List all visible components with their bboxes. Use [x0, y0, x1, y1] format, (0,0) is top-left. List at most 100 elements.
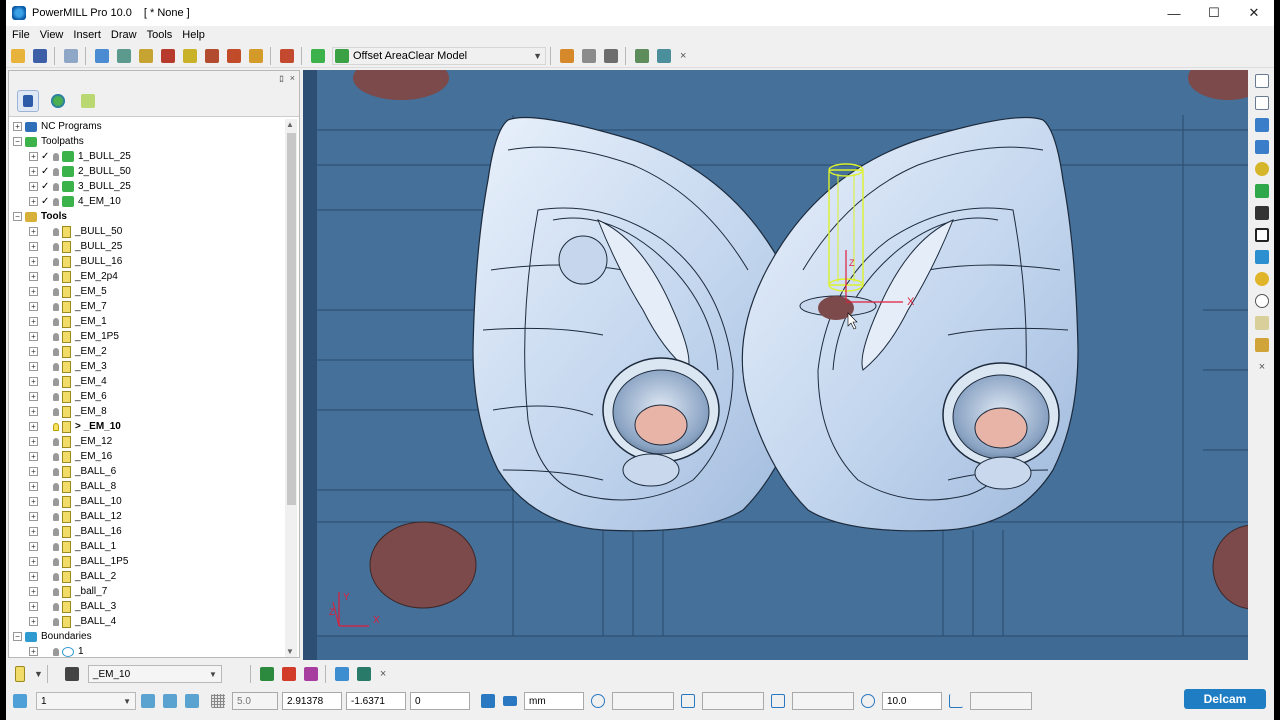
- lightbulb-icon[interactable]: [53, 452, 59, 461]
- tree-item-row[interactable]: + _BALL_6: [9, 464, 287, 479]
- lightbulb-icon[interactable]: [53, 497, 59, 506]
- lightbulb-icon[interactable]: [53, 182, 59, 191]
- rapid-button[interactable]: [678, 691, 698, 711]
- close-button[interactable]: ✕: [1234, 0, 1274, 26]
- tree-item-row[interactable]: + _EM_3: [9, 359, 287, 374]
- ruler-button[interactable]: [601, 46, 621, 66]
- angle-button[interactable]: [946, 691, 966, 711]
- active-tool-select[interactable]: _EM_10 ▼: [87, 665, 222, 683]
- minimize-button[interactable]: —: [1154, 0, 1194, 26]
- tool-pick-button[interactable]: [279, 664, 299, 684]
- expand-toggle-icon[interactable]: +: [29, 377, 38, 386]
- grid-spacing-field[interactable]: 5.0: [232, 692, 278, 710]
- tree-item-row[interactable]: + _BALL_3: [9, 599, 287, 614]
- tree-item-row[interactable]: + ✓ 1_BULL_25: [9, 149, 287, 164]
- rapid-field[interactable]: [702, 692, 764, 710]
- expand-toggle-icon[interactable]: +: [29, 482, 38, 491]
- lightbulb-icon[interactable]: [53, 377, 59, 386]
- tool-pencil-button[interactable]: [332, 664, 352, 684]
- tree-item-row[interactable]: + _EM_16: [9, 449, 287, 464]
- toolpath-connections-button[interactable]: [224, 46, 244, 66]
- tree-item-row[interactable]: + _EM_1P5: [9, 329, 287, 344]
- menu-insert[interactable]: Insert: [73, 29, 101, 41]
- lightbulb-icon[interactable]: [53, 347, 59, 356]
- ruler-button-2[interactable]: [500, 691, 520, 711]
- workplane-c-button[interactable]: [182, 691, 202, 711]
- tree-item-row[interactable]: + _EM_2p4: [9, 269, 287, 284]
- menu-help[interactable]: Help: [182, 29, 205, 41]
- lightbulb-icon[interactable]: [53, 197, 59, 206]
- tool-length-field[interactable]: [792, 692, 854, 710]
- snap-button[interactable]: [588, 691, 608, 711]
- toolbar-close-icon[interactable]: ×: [680, 50, 686, 62]
- tool-holder-button[interactable]: [246, 46, 266, 66]
- lightbulb-icon[interactable]: [53, 512, 59, 521]
- view-cube-button[interactable]: [1253, 138, 1271, 156]
- visibility-check-icon[interactable]: ✓: [41, 196, 51, 207]
- tool-toolbar-close-icon[interactable]: ×: [380, 668, 386, 680]
- strategy-select[interactable]: Offset AreaClear Model ▼: [332, 46, 546, 65]
- pin-icon[interactable]: ﾛ: [279, 72, 284, 85]
- lightbulb-icon[interactable]: [53, 482, 59, 491]
- tree-item-row[interactable]: + _BALL_2: [9, 569, 287, 584]
- workplane-a-button[interactable]: [138, 691, 158, 711]
- calculator-button[interactable]: [579, 46, 599, 66]
- tree-folder-row[interactable]: − Boundaries: [9, 629, 287, 644]
- view-toolbar-close[interactable]: ×: [1253, 358, 1271, 376]
- lightbulb-icon[interactable]: [53, 617, 59, 626]
- leads-links-button[interactable]: [158, 46, 178, 66]
- explorer-close-icon[interactable]: ×: [290, 73, 295, 83]
- start-point-button[interactable]: [180, 46, 200, 66]
- zoom-fit-button[interactable]: [1253, 204, 1271, 222]
- expand-toggle-icon[interactable]: +: [29, 272, 38, 281]
- expand-toggle-icon[interactable]: +: [29, 647, 38, 656]
- tree-item-row[interactable]: + _EM_2: [9, 344, 287, 359]
- lightbulb-icon[interactable]: [53, 422, 59, 431]
- lightbulb-icon[interactable]: [53, 242, 59, 251]
- simulate-button[interactable]: [557, 46, 577, 66]
- expand-toggle-icon[interactable]: +: [29, 512, 38, 521]
- expand-toggle-icon[interactable]: +: [29, 557, 38, 566]
- lightbulb-icon[interactable]: [53, 302, 59, 311]
- tree-item-row[interactable]: + _BALL_10: [9, 494, 287, 509]
- menu-view[interactable]: View: [40, 29, 64, 41]
- tree-item-row[interactable]: + _BALL_16: [9, 524, 287, 539]
- lightbulb-icon[interactable]: [53, 527, 59, 536]
- chevron-down-icon[interactable]: ▼: [34, 669, 43, 679]
- wireframe-button[interactable]: [1253, 292, 1271, 310]
- expand-toggle-icon[interactable]: +: [29, 347, 38, 356]
- toolpath-list-button[interactable]: [632, 46, 652, 66]
- expand-toggle-icon[interactable]: +: [29, 572, 38, 581]
- tree-item-row[interactable]: + _ball_7: [9, 584, 287, 599]
- tree-item-row[interactable]: + _EM_6: [9, 389, 287, 404]
- tool-edit-button[interactable]: [257, 664, 277, 684]
- expand-toggle-icon[interactable]: +: [29, 407, 38, 416]
- open-button[interactable]: [8, 46, 28, 66]
- lightbulb-icon[interactable]: [53, 227, 59, 236]
- tool-length-button[interactable]: [768, 691, 788, 711]
- visibility-check-icon[interactable]: ✓: [41, 166, 51, 177]
- stats-button[interactable]: [478, 691, 498, 711]
- lightbulb-icon[interactable]: [53, 362, 59, 371]
- expand-toggle-icon[interactable]: +: [29, 617, 38, 626]
- expand-toggle-icon[interactable]: +: [29, 197, 38, 206]
- zoom-button[interactable]: [1253, 160, 1271, 178]
- lightbulb-icon[interactable]: [53, 557, 59, 566]
- expand-toggle-icon[interactable]: +: [29, 362, 38, 371]
- expand-toggle-icon[interactable]: +: [29, 302, 38, 311]
- print-button[interactable]: [61, 46, 81, 66]
- menu-draw[interactable]: Draw: [111, 29, 137, 41]
- tab-recycle-bin[interactable]: [77, 90, 99, 112]
- lightbulb-icon[interactable]: [53, 332, 59, 341]
- visibility-check-icon[interactable]: ✓: [41, 151, 51, 162]
- expand-toggle-icon[interactable]: +: [29, 602, 38, 611]
- workplane-select[interactable]: 1 ▼: [36, 692, 136, 710]
- expand-toggle-icon[interactable]: +: [29, 167, 38, 176]
- tree-folder-row[interactable]: + NC Programs: [9, 119, 287, 134]
- lightbulb-icon[interactable]: [53, 392, 59, 401]
- expand-toggle-icon[interactable]: +: [29, 437, 38, 446]
- angle-field[interactable]: [970, 692, 1032, 710]
- tree-item-row[interactable]: + _BALL_1: [9, 539, 287, 554]
- tree-item-row[interactable]: + > _EM_10: [9, 419, 287, 434]
- end-point-button[interactable]: [202, 46, 222, 66]
